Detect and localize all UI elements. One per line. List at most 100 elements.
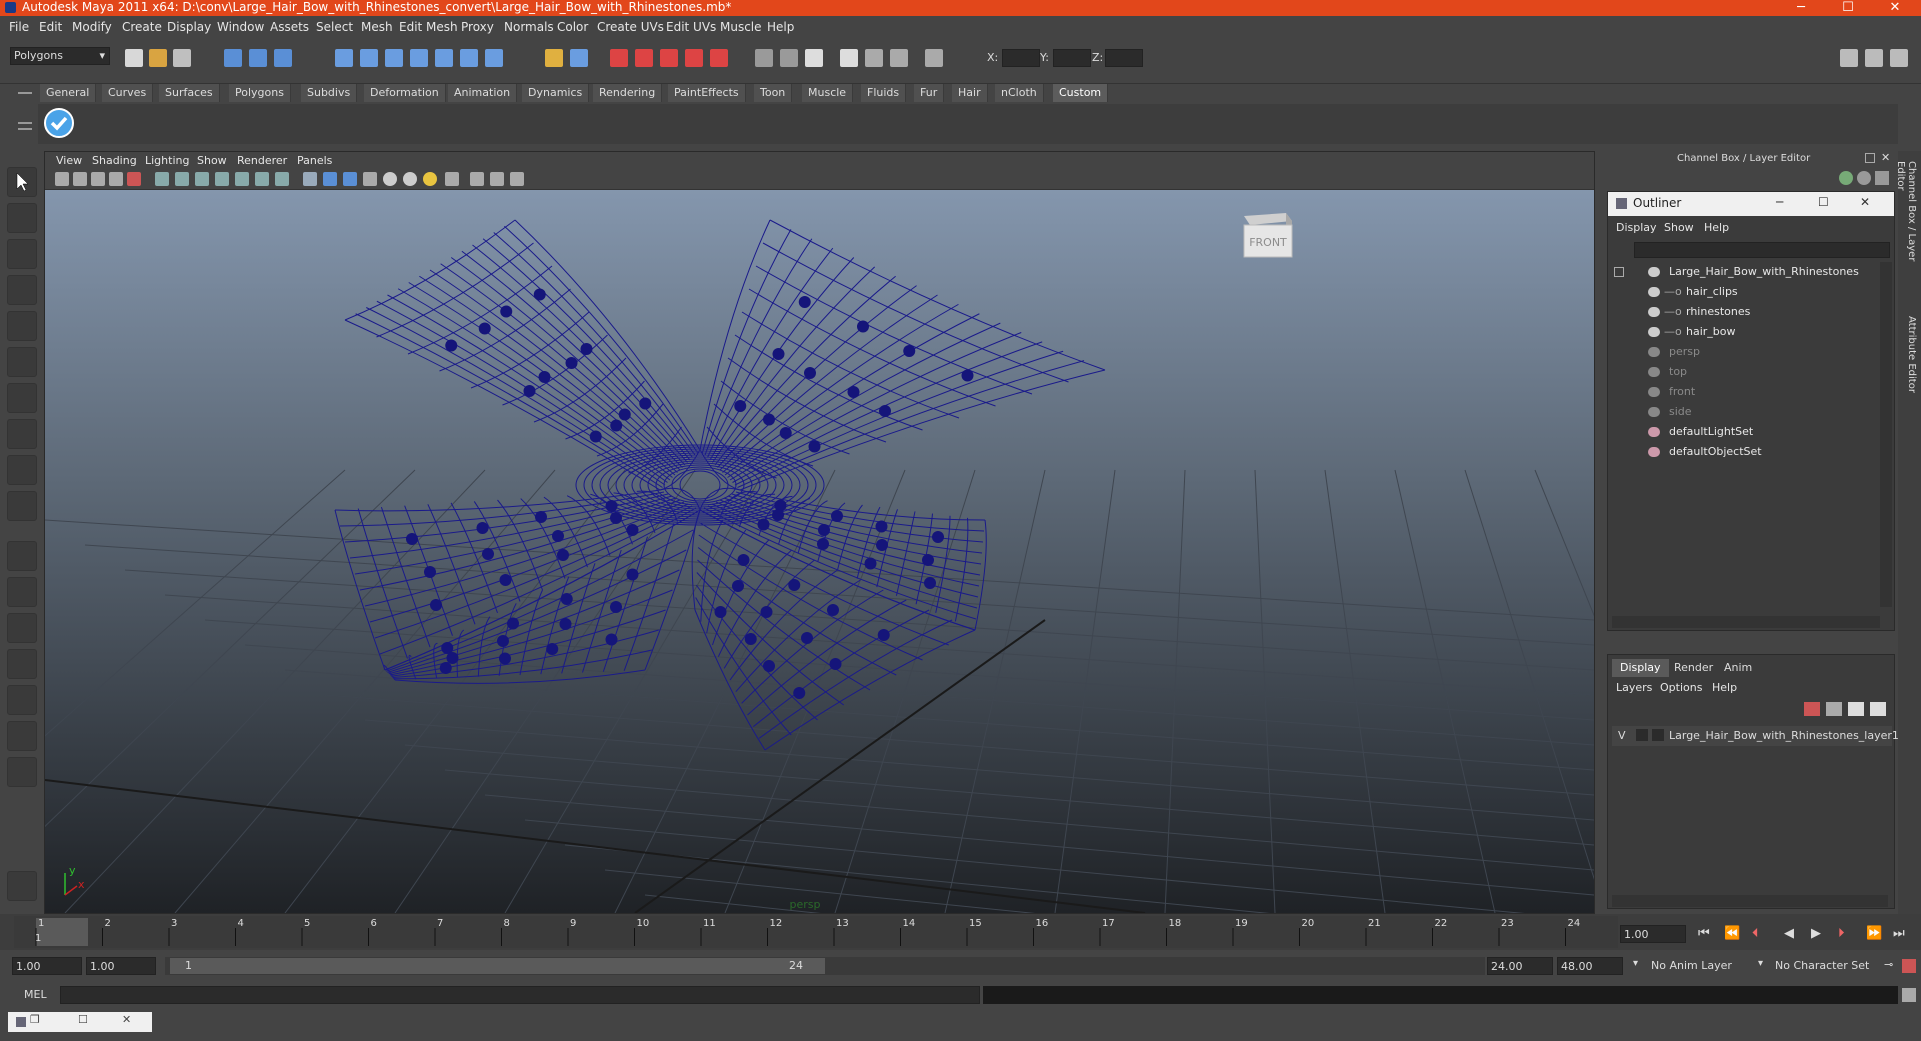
construction-history-icon[interactable] [570, 49, 588, 67]
outliner-item[interactable]: Large_Hair_Bow_with_Rhinestones [1608, 262, 1878, 282]
render-frame-icon[interactable] [610, 49, 628, 67]
layout-persp-graph-icon[interactable] [7, 649, 37, 679]
layout-single-pane-icon[interactable] [7, 541, 37, 571]
all-lights-icon[interactable] [403, 172, 417, 186]
character-set-dropdown-icon[interactable]: ▾ [1758, 958, 1763, 969]
anim-layer-dropdown-icon[interactable]: ▾ [1633, 958, 1638, 969]
mode-selector[interactable]: Polygons ▾ [10, 47, 110, 65]
menu-help[interactable]: Help [767, 20, 794, 34]
default-lighting-icon[interactable] [383, 172, 397, 186]
range-track[interactable]: 1 24 [165, 957, 1485, 975]
safe-action-icon[interactable] [255, 172, 269, 186]
shelf-tab-hair[interactable]: Hair [952, 84, 988, 102]
shelf-tab-toon[interactable]: Toon [754, 84, 793, 102]
close-icon[interactable]: ✕ [122, 1013, 131, 1026]
render-view-icon[interactable] [710, 49, 728, 67]
outliner-filter-field[interactable] [1634, 242, 1890, 258]
snap-point-icon[interactable] [385, 49, 403, 67]
shelf-tab-general[interactable]: General [40, 84, 97, 102]
panel-close-icon[interactable]: ✕ [1881, 151, 1890, 164]
layer-move-up-icon[interactable] [1848, 702, 1864, 716]
playback-end-field[interactable]: 24.00 [1487, 957, 1553, 975]
layer-menu-options[interactable]: Options [1660, 681, 1702, 694]
view-cube[interactable]: FRONT [1243, 213, 1293, 258]
layer-tab-display[interactable]: Display [1612, 659, 1669, 677]
help-icon[interactable] [485, 49, 503, 67]
vp-menu-panels[interactable]: Panels [297, 154, 332, 167]
menu-display[interactable]: Display [167, 20, 211, 34]
scene-canvas[interactable]: FRONT y x persp [0, 190, 1716, 996]
history-icon[interactable] [460, 49, 478, 67]
step-forward-frame-icon[interactable]: ⏵ [1838, 926, 1845, 941]
soft-mod-icon[interactable] [7, 419, 37, 449]
menu-color[interactable]: Color [557, 20, 588, 34]
wireframe-icon[interactable] [303, 172, 317, 186]
open-scene-icon[interactable] [149, 49, 167, 67]
gate-mask-icon[interactable] [215, 172, 229, 186]
side-tab-channel-box[interactable]: Channel Box / Layer Editor [1895, 161, 1917, 291]
menu-normals[interactable]: Normals [504, 20, 554, 34]
step-back-frame-icon[interactable]: ⏴ [1752, 926, 1759, 941]
layer-color-swatch[interactable] [1652, 729, 1664, 741]
shelf-tab-surfaces[interactable]: Surfaces [159, 84, 220, 102]
layer-visibility-toggle[interactable]: V [1618, 729, 1626, 742]
sidebar-toggle-icon[interactable] [805, 49, 823, 67]
smooth-shade-icon[interactable] [323, 172, 337, 186]
layer-move-down-icon[interactable] [1870, 702, 1886, 716]
isolate-select-icon[interactable] [445, 172, 459, 186]
vp-menu-show[interactable]: Show [197, 154, 227, 167]
layer-row[interactable]: V Large_Hair_Bow_with_Rhinestones_layer1 [1612, 726, 1899, 746]
menu-window[interactable]: Window [217, 20, 264, 34]
play-backwards-icon[interactable]: ◀ [1784, 926, 1794, 941]
attribute-editor-icon[interactable] [840, 49, 858, 67]
channel-icon-b[interactable] [1857, 171, 1871, 185]
layer-name[interactable]: Large_Hair_Bow_with_Rhinestones_layer1 [1669, 729, 1899, 742]
layer-new-icon[interactable] [1804, 702, 1820, 716]
time-slider[interactable]: 1 2 3 4 5 6 7 8 9 10 11 12 13 14 15 16 17 18 19 20 21 22 23 24 … [0, 914, 1921, 950]
command-input[interactable] [60, 986, 980, 1004]
layout-single-icon[interactable] [1840, 49, 1858, 67]
play-forwards-icon[interactable]: ▶ [1811, 926, 1821, 941]
grease-pencil-icon[interactable] [127, 172, 141, 186]
layer-tab-anim[interactable]: Anim [1716, 659, 1760, 677]
backface-culling-icon[interactable] [510, 172, 524, 186]
shelf-tab-subdivs[interactable]: Subdivs [301, 84, 358, 102]
command-language-label[interactable]: MEL [24, 988, 47, 1001]
key-icon[interactable]: ⊸ [1884, 958, 1893, 971]
menu-create[interactable]: Create [122, 20, 162, 34]
go-to-end-icon[interactable]: ⏭ [1893, 926, 1905, 941]
hand-icon[interactable] [7, 871, 37, 901]
outliner-close-icon[interactable]: ✕ [1860, 195, 1870, 209]
safe-title-icon[interactable] [275, 172, 289, 186]
menu-edit-uvs[interactable]: Edit UVs [666, 20, 716, 34]
vp-menu-shading[interactable]: Shading [92, 154, 137, 167]
layer-playback-toggle[interactable] [1636, 729, 1648, 741]
anim-layer-selector[interactable]: No Anim Layer [1648, 957, 1756, 975]
xray-icon[interactable] [470, 172, 484, 186]
shelf-tab-fur[interactable]: Fur [914, 84, 945, 102]
quick-rename-icon[interactable] [780, 49, 798, 67]
y-field[interactable] [1053, 49, 1091, 67]
layer-hscrollbar[interactable] [1612, 895, 1888, 907]
scale-tool-icon[interactable] [7, 347, 37, 377]
shelf-menu-handle[interactable] [14, 82, 36, 142]
menu-edit-mesh[interactable]: Edit Mesh [399, 20, 458, 34]
maximize-icon[interactable]: ☐ [78, 1013, 88, 1026]
make-live-icon[interactable] [435, 49, 453, 67]
layout-channel-icon[interactable] [1890, 49, 1908, 67]
outliner-menu-show[interactable]: Show [1664, 221, 1694, 234]
select-object-icon[interactable] [249, 49, 267, 67]
ipr-render-icon[interactable] [635, 49, 653, 67]
layer-menu-help[interactable]: Help [1712, 681, 1737, 694]
render-settings-icon[interactable] [660, 49, 678, 67]
layer-tab-render[interactable]: Render [1666, 659, 1721, 677]
input-ops-icon[interactable] [545, 49, 563, 67]
bookmark-icon[interactable] [91, 172, 105, 186]
absolute-transform-icon[interactable] [925, 49, 943, 67]
shelf-tab-polygons[interactable]: Polygons [229, 84, 291, 102]
collapse-icon[interactable] [1614, 267, 1624, 277]
character-set-selector[interactable]: No Character Set [1772, 957, 1880, 975]
restore-icon[interactable]: ❐ [30, 1013, 40, 1026]
tool-settings-icon[interactable] [865, 49, 883, 67]
outliner-menu-help[interactable]: Help [1704, 221, 1729, 234]
